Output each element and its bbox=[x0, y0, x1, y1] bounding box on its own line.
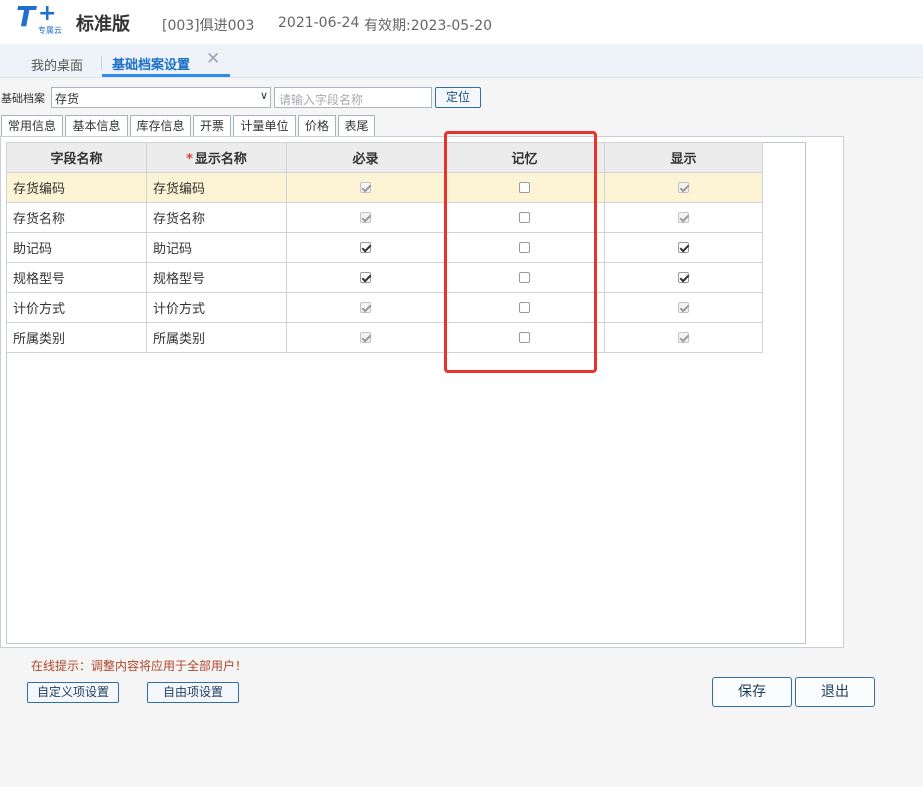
field-name-cell: 计价方式 bbox=[6, 292, 147, 323]
save-button[interactable]: 保存 bbox=[712, 677, 792, 707]
display-name-cell: 所属类别 bbox=[146, 322, 287, 353]
table-row[interactable]: 所属类别 所属类别 bbox=[6, 322, 763, 353]
account-label: [003]俱进003 bbox=[162, 18, 255, 34]
show-checkbox bbox=[678, 302, 689, 313]
col-display-name-label: 显示名称 bbox=[194, 152, 247, 167]
required-cell bbox=[286, 292, 445, 323]
subtab-price[interactable]: 价格 bbox=[298, 115, 336, 136]
col-show: 显示 bbox=[604, 142, 763, 173]
free-items-button[interactable]: 自由项设置 bbox=[147, 682, 239, 703]
edition-label: 标准版 bbox=[76, 14, 130, 35]
table-row[interactable]: 助记码 助记码 bbox=[6, 232, 763, 263]
page: T + 专属云 标准版 [003]俱进003 2021-06-24 有效期:20… bbox=[0, 0, 923, 787]
chevron-down-icon: ∨ bbox=[259, 89, 268, 102]
table-row[interactable]: 计价方式 计价方式 bbox=[6, 292, 763, 323]
show-cell bbox=[604, 262, 763, 293]
show-checkbox[interactable] bbox=[678, 272, 689, 283]
exit-button[interactable]: 退出 bbox=[795, 677, 875, 707]
validity-label: 有效期:2023-05-20 bbox=[364, 18, 493, 34]
tplus-logo-icon: T + 专属云 bbox=[16, 2, 62, 35]
col-field-name: 字段名称 bbox=[6, 142, 147, 173]
required-cell bbox=[286, 262, 445, 293]
required-checkbox bbox=[360, 182, 371, 193]
required-checkbox bbox=[360, 332, 371, 343]
required-cell bbox=[286, 202, 445, 233]
subtab-unit[interactable]: 计量单位 bbox=[233, 115, 296, 136]
required-marker: * bbox=[186, 152, 193, 167]
required-cell bbox=[286, 232, 445, 263]
field-search-input[interactable]: 请输入字段名称 bbox=[274, 87, 432, 108]
subtab-invoice[interactable]: 开票 bbox=[193, 115, 231, 136]
subtab-footer[interactable]: 表尾 bbox=[338, 115, 375, 136]
col-required: 必录 bbox=[286, 142, 445, 173]
fields-table: 字段名称 * 显示名称 必录 记忆 显示 存货编码 存货编码 存货名称 存货名称 助记码助… bbox=[6, 142, 763, 353]
svg-text:T: T bbox=[16, 2, 37, 33]
tab-basic-archive-settings[interactable]: 基础档案设置 ✕ bbox=[102, 44, 230, 77]
custom-items-button[interactable]: 自定义项设置 bbox=[27, 682, 119, 703]
show-checkbox bbox=[678, 212, 689, 223]
subtab-basic-info[interactable]: 基本信息 bbox=[65, 115, 128, 136]
display-name-cell: 存货编码 bbox=[146, 172, 287, 203]
required-checkbox bbox=[360, 212, 371, 223]
app-header: T + 专属云 标准版 [003]俱进003 2021-06-24 有效期:20… bbox=[0, 0, 923, 45]
table-row[interactable]: 存货名称 存货名称 bbox=[6, 202, 763, 233]
archive-select[interactable]: 存货 ∨ bbox=[51, 87, 271, 108]
required-checkbox[interactable] bbox=[360, 272, 371, 283]
display-name-cell: 规格型号 bbox=[146, 262, 287, 293]
show-checkbox bbox=[678, 332, 689, 343]
table-row[interactable]: 存货编码 存货编码 bbox=[6, 172, 763, 203]
field-name-cell: 存货编码 bbox=[6, 172, 147, 203]
svg-text:专属云: 专属云 bbox=[38, 25, 62, 35]
show-checkbox bbox=[678, 182, 689, 193]
tab-strip: 我的桌面 基础档案设置 ✕ bbox=[0, 44, 923, 78]
show-cell bbox=[604, 202, 763, 233]
memory-column-highlight bbox=[444, 131, 597, 373]
required-cell bbox=[286, 322, 445, 353]
field-name-cell: 存货名称 bbox=[6, 202, 147, 233]
close-icon[interactable]: ✕ bbox=[206, 51, 220, 68]
online-hint: 在线提示：调整内容将应用于全部用户！ bbox=[31, 659, 248, 673]
display-name-cell: 存货名称 bbox=[146, 202, 287, 233]
display-name-cell: 计价方式 bbox=[146, 292, 287, 323]
required-cell bbox=[286, 172, 445, 203]
tab-label: 基础档案设置 bbox=[112, 58, 191, 73]
archive-label: 基础档案 bbox=[1, 92, 45, 105]
show-cell bbox=[604, 172, 763, 203]
display-name-cell: 助记码 bbox=[146, 232, 287, 263]
col-display-name: * 显示名称 bbox=[146, 142, 287, 173]
tab-my-desktop[interactable]: 我的桌面 bbox=[31, 55, 83, 74]
show-cell bbox=[604, 322, 763, 353]
table-header-row: 字段名称 * 显示名称 必录 记忆 显示 bbox=[6, 142, 763, 173]
login-date: 2021-06-24 bbox=[278, 15, 360, 31]
show-checkbox[interactable] bbox=[678, 242, 689, 253]
subtab-common-info[interactable]: 常用信息 bbox=[1, 115, 63, 137]
archive-selected-value: 存货 bbox=[55, 92, 80, 106]
required-checkbox[interactable] bbox=[360, 242, 371, 253]
subtab-inventory-info[interactable]: 库存信息 bbox=[130, 115, 191, 136]
field-name-cell: 所属类别 bbox=[6, 322, 147, 353]
field-name-cell: 规格型号 bbox=[6, 262, 147, 293]
show-cell bbox=[604, 232, 763, 263]
show-cell bbox=[604, 292, 763, 323]
svg-text:+: + bbox=[38, 2, 56, 26]
table-row[interactable]: 规格型号 规格型号 bbox=[6, 262, 763, 293]
field-name-cell: 助记码 bbox=[6, 232, 147, 263]
locate-button[interactable]: 定位 bbox=[435, 87, 481, 108]
required-checkbox bbox=[360, 302, 371, 313]
